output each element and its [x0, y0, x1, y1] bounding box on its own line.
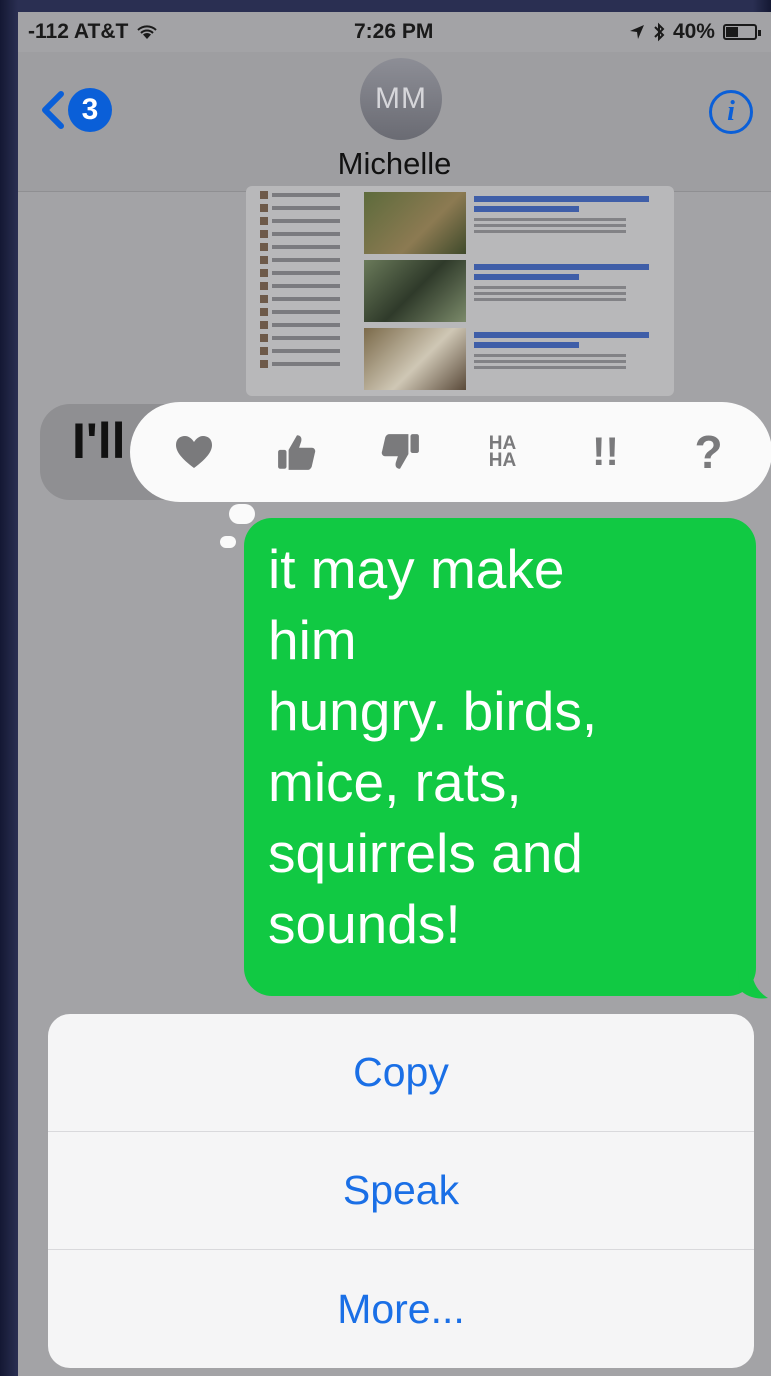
- heart-icon: [175, 436, 212, 468]
- messages-screen: -112 AT&T 7:26 PM 40% 3 MM Michelle i I'…: [18, 12, 771, 1376]
- copy-menu-item[interactable]: Copy: [48, 1014, 754, 1132]
- tapback-question[interactable]: ?: [674, 417, 744, 487]
- attachment-video-result: [364, 192, 664, 254]
- message-action-menu: Copy Speak More...: [48, 1014, 754, 1368]
- tapback-thumbs-up[interactable]: [262, 417, 332, 487]
- tapback-thumbs-down[interactable]: [365, 417, 435, 487]
- contact-name[interactable]: Michelle: [18, 146, 771, 182]
- status-left: -112 AT&T: [28, 20, 158, 44]
- conversation-header: 3 MM Michelle i: [18, 52, 771, 192]
- status-time: 7:26 PM: [353, 20, 434, 43]
- attachment-video-result: [364, 328, 664, 390]
- thumbs-up-icon: [277, 435, 315, 470]
- unread-count-badge: 3: [68, 88, 112, 132]
- question-icon: ?: [694, 426, 723, 478]
- status-bar: -112 AT&T 7:26 PM 40%: [18, 12, 771, 52]
- battery-icon: [722, 24, 761, 40]
- status-right: 40%: [629, 20, 761, 44]
- info-button[interactable]: i: [709, 90, 753, 134]
- video-thumbnail: [364, 260, 466, 322]
- location-arrow-icon: [629, 25, 644, 39]
- battery-percent: 40%: [672, 20, 715, 43]
- carrier-label: -112 AT&T: [28, 20, 129, 43]
- attachment-sidebar-thumbnail: [260, 190, 340, 372]
- back-button[interactable]: 3: [40, 88, 112, 132]
- chevron-left-icon: [42, 91, 64, 129]
- tapback-tail-dot: [229, 504, 255, 524]
- more-menu-item[interactable]: More...: [48, 1250, 754, 1368]
- haha-icon: HA HA: [488, 433, 517, 471]
- tapback-tail-dot: [220, 536, 236, 548]
- wifi-icon: [137, 25, 158, 39]
- tapback-heart[interactable]: [159, 417, 229, 487]
- speak-menu-item[interactable]: Speak: [48, 1132, 754, 1250]
- bluetooth-icon: [654, 22, 665, 42]
- video-thumbnail: [364, 328, 466, 390]
- contact-avatar[interactable]: MM: [360, 58, 442, 140]
- info-icon: i: [727, 96, 735, 127]
- received-message-text: I'll: [72, 413, 126, 469]
- thumbs-down-icon: [381, 434, 419, 469]
- tapback-bar: HA HA !! ?: [130, 402, 771, 502]
- tapback-haha[interactable]: HA HA: [468, 417, 538, 487]
- tapback-exclamation[interactable]: !!: [571, 417, 641, 487]
- sent-message-text: it may make him hungry. birds, mice, rat…: [268, 538, 598, 955]
- phone-frame: -112 AT&T 7:26 PM 40% 3 MM Michelle i I'…: [0, 0, 771, 1376]
- attachment-video-result: [364, 260, 664, 322]
- bubble-tail: [738, 970, 768, 999]
- exclamation-icon: !!: [592, 429, 619, 474]
- sent-message-bubble[interactable]: it may make him hungry. birds, mice, rat…: [244, 518, 756, 996]
- video-thumbnail: [364, 192, 466, 254]
- screenshot-attachment[interactable]: [246, 186, 674, 396]
